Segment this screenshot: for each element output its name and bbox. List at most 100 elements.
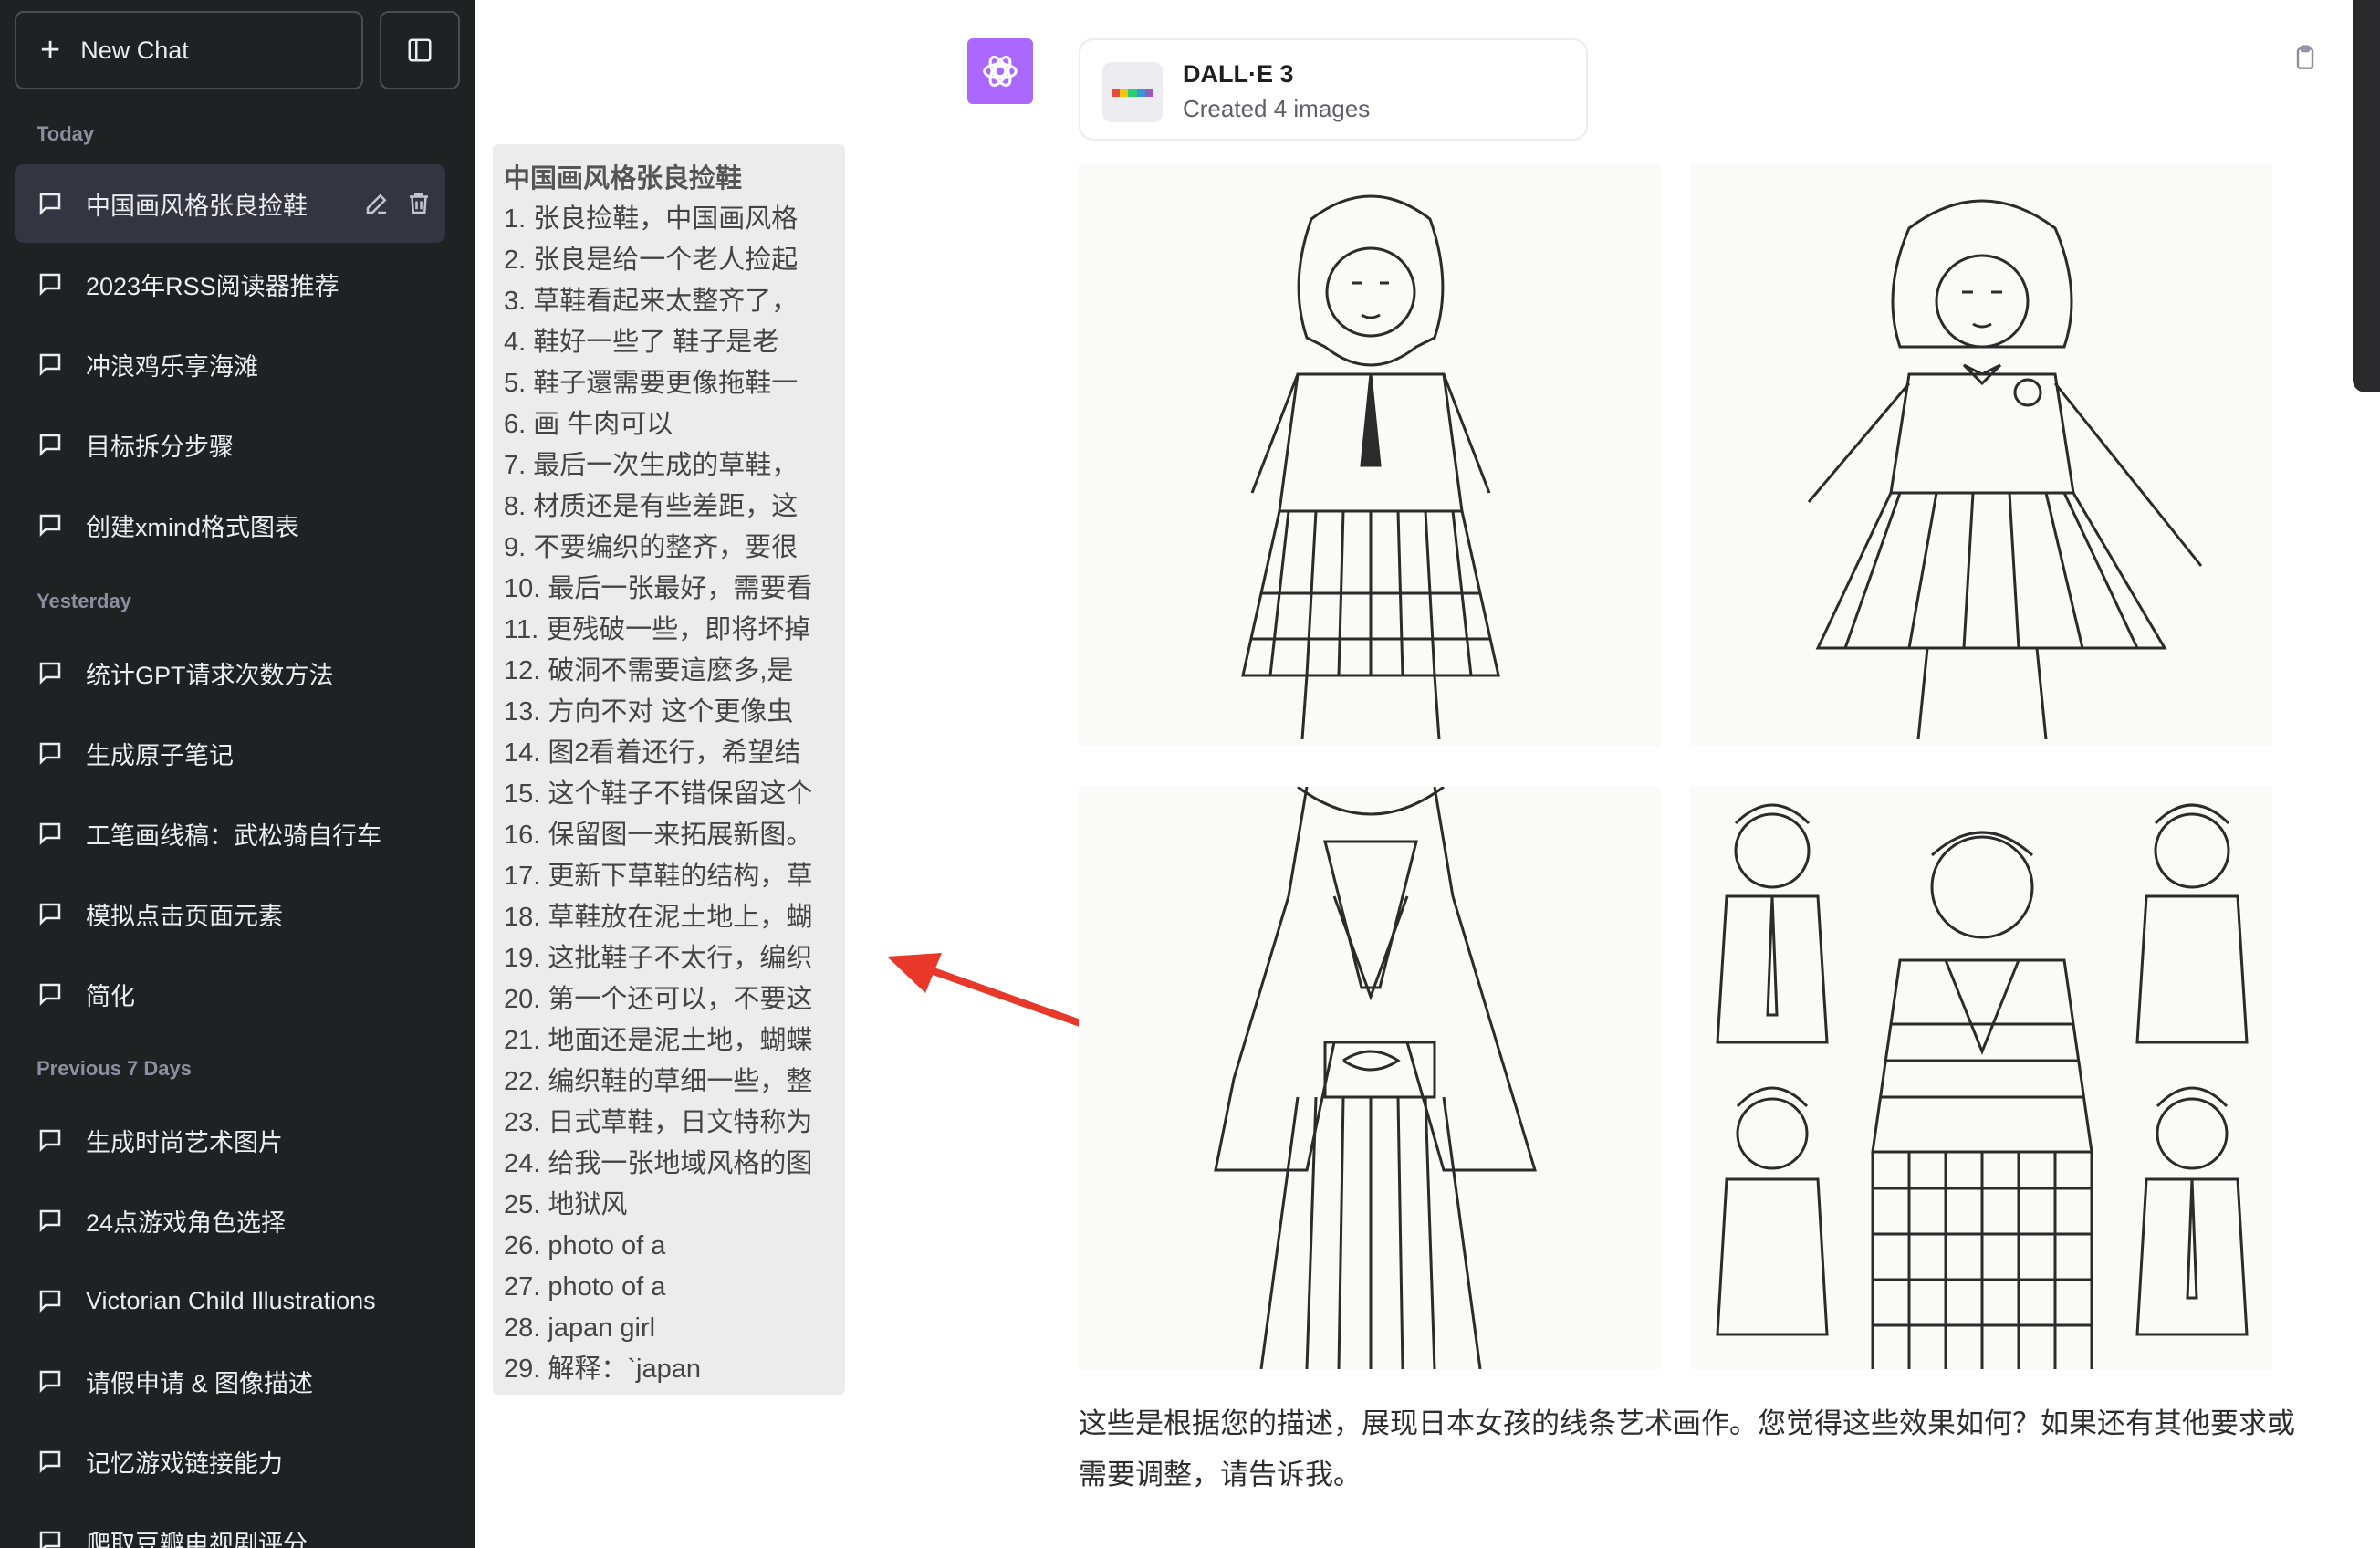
new-chat-button[interactable]: + New Chat (15, 11, 363, 89)
trash-icon[interactable] (405, 190, 433, 217)
chat-item-label: 生成时尚艺术图片 (86, 1128, 283, 1156)
prompt-line[interactable]: 21. 地面还是泥土地，蝴蝶 (504, 1020, 834, 1062)
section-label-today: Today (37, 122, 95, 145)
chat-bubble-icon (39, 1209, 61, 1233)
prompt-line[interactable]: 27. photo of a (504, 1267, 834, 1308)
prompt-line[interactable]: 24. 给我一张地域风格的图 (504, 1144, 834, 1185)
boys-uniform-sketch (1716, 803, 2249, 1369)
chat-item[interactable]: 创建xmind格式图表 (15, 486, 445, 564)
chat-bubble-icon (39, 273, 61, 297)
assistant-avatar (967, 38, 1033, 104)
sidebar-toggle-icon (408, 38, 432, 62)
prompt-line[interactable]: 22. 编织鞋的草细一些，整 (504, 1062, 834, 1103)
chat-item[interactable]: 目标拆分步骤 (15, 405, 445, 484)
chat-item[interactable]: 24点游戏角色选择 (15, 1181, 445, 1260)
chat-item-label: Victorian Child Illustrations (86, 1286, 376, 1314)
chat-item[interactable]: 2023年RSS阅读器推荐 (15, 245, 445, 323)
plus-icon: + (40, 31, 61, 69)
chat-bubble-icon (39, 662, 61, 685)
chat-item[interactable]: 请假申请 & 图像描述 (15, 1342, 445, 1420)
chat-item[interactable]: 记忆游戏链接能力 (15, 1422, 445, 1501)
copy-icon[interactable] (2291, 44, 2320, 73)
generated-image-1[interactable] (1079, 164, 1661, 747)
prompt-line[interactable]: 23. 日式草鞋，日文特称为 (504, 1103, 834, 1144)
chat-item-label: 中国画风格张良捡鞋 (86, 192, 308, 220)
chat-item[interactable]: 生成时尚艺术图片 (15, 1101, 445, 1179)
prompt-line[interactable]: 26. photo of a (504, 1226, 834, 1267)
chat-item-label: 2023年RSS阅读器推荐 (86, 272, 339, 300)
chat-item-label: 统计GPT请求次数方法 (86, 661, 334, 689)
prompt-line[interactable]: 11. 更残破一些，即将坏掉 (504, 610, 834, 651)
prompt-line[interactable]: 6. 画 牛肉可以 (504, 404, 834, 445)
girl-kimono-sketch (1214, 787, 1538, 1369)
prompt-line[interactable]: 28. japan girl (504, 1308, 834, 1349)
prompt-line[interactable]: 17. 更新下草鞋的结构，草 (504, 856, 834, 897)
chat-bubble-icon (39, 1450, 61, 1474)
edit-icon[interactable] (363, 190, 391, 217)
prompt-line[interactable]: 2. 张良是给一个老人捡起 (504, 240, 834, 281)
openai-logo-icon (983, 56, 1018, 87)
chat-item-label: 工笔画线稿：武松骑自行车 (86, 821, 381, 850)
chat-bubble-icon (39, 1370, 61, 1394)
chat-item-label: 24点游戏角色选择 (86, 1208, 287, 1237)
prompt-line[interactable]: 1. 张良捡鞋，中国画风格 (504, 199, 834, 240)
section-label-yesterday: Yesterday (37, 590, 131, 612)
dalle-name: DALL·E 3 (1183, 60, 1294, 88)
overlay-window-edge (2353, 0, 2380, 392)
assistant-response-text: 这些是根据您的描述，展现日本女孩的线条艺术画作。您觉得这些效果如何？如果还有其他… (1079, 1407, 2295, 1490)
prompt-line[interactable]: 5. 鞋子還需要更像拖鞋一 (504, 363, 834, 404)
new-chat-label: New Chat (80, 36, 189, 64)
dalle-thumbnail (1102, 62, 1163, 122)
chat-item-label: 创建xmind格式图表 (86, 513, 300, 541)
prompt-line[interactable]: 9. 不要编织的整齐，要很 (504, 528, 834, 569)
prompt-line[interactable]: 14. 图2看着还行，希望结 (504, 733, 834, 774)
chat-item[interactable]: 模拟点击页面元素 (15, 874, 445, 953)
chat-bubble-icon (39, 434, 61, 457)
chat-item-actions (363, 190, 433, 217)
prompt-line[interactable]: 8. 材质还是有些差距，这 (504, 486, 834, 528)
chat-bubble-icon (39, 514, 61, 538)
prompt-line[interactable]: 3. 草鞋看起来太整齐了， (504, 281, 834, 322)
chat-bubble-icon (39, 1531, 61, 1548)
prompt-line[interactable]: 29. 解释：`japan (504, 1349, 834, 1390)
chat-item[interactable]: 统计GPT请求次数方法 (15, 633, 445, 712)
chat-item[interactable]: 冲浪鸡乐享海滩 (15, 325, 445, 403)
chat-bubble-icon (39, 822, 61, 846)
chat-item[interactable]: 爬取豆瓣电视剧评分 (15, 1502, 445, 1548)
girl-cardigan-sketch (1241, 194, 1500, 740)
chat-item[interactable]: 中国画风格张良捡鞋 (15, 164, 445, 243)
chat-item[interactable]: Victorian Child Illustrations (15, 1261, 445, 1340)
prompt-line[interactable]: 4. 鞋好一些了 鞋子是老 (504, 322, 834, 363)
prompt-line[interactable]: 7. 最后一次生成的草鞋， (504, 445, 834, 486)
dalle-subtitle: Created 4 images (1183, 95, 1371, 122)
main-panel: 中国画风格张良捡鞋 1. 张良捡鞋，中国画风格 2. 张良是给一个老人捡起 3.… (475, 0, 2380, 1548)
sidebar: + New Chat Today 中国画风格张良捡鞋 2023年RSS阅读器推荐… (0, 0, 475, 1548)
prompt-line[interactable]: 10. 最后一张最好，需要看 (504, 569, 834, 610)
chat-item[interactable]: 工笔画线稿：武松骑自行车 (15, 794, 445, 873)
toggle-sidebar-button[interactable] (380, 11, 460, 89)
chat-item[interactable]: 简化 (15, 955, 445, 1033)
prompt-line[interactable]: 19. 这批鞋子不太行，编织 (504, 938, 834, 979)
generated-image-4[interactable] (1690, 787, 2272, 1369)
chat-bubble-icon (39, 193, 61, 216)
prompt-line[interactable]: 18. 草鞋放在泥土地上，蝴 (504, 897, 834, 938)
prompt-line[interactable]: 13. 方向不对 这个更像虫 (504, 692, 834, 733)
chat-item-label: 简化 (86, 982, 135, 1010)
chat-item-label: 记忆游戏链接能力 (86, 1449, 283, 1478)
generated-image-3[interactable] (1079, 787, 1661, 1369)
prompt-line[interactable]: 15. 这个鞋子不错保留这个 (504, 774, 834, 815)
chat-bubble-icon (39, 983, 61, 1007)
dalle-tool-card[interactable]: DALL·E 3 Created 4 images (1079, 38, 1588, 141)
prompt-line[interactable]: 20. 第一个还可以，不要这 (504, 979, 834, 1020)
generated-image-2[interactable] (1690, 164, 2272, 747)
section-label-previous-7-days: Previous 7 Days (37, 1057, 192, 1080)
prompt-line[interactable]: 12. 破洞不需要這麼多,是 (504, 651, 834, 692)
chat-item[interactable]: 生成原子笔记 (15, 714, 445, 792)
chat-item-label: 目标拆分步骤 (86, 433, 234, 461)
prompt-history-list[interactable]: 中国画风格张良捡鞋 1. 张良捡鞋，中国画风格 2. 张良是给一个老人捡起 3.… (493, 144, 845, 1395)
chat-bubble-icon (39, 353, 61, 377)
chat-item-label: 爬取豆瓣电视剧评分 (86, 1530, 308, 1548)
chat-item-label: 冲浪鸡乐享海滩 (86, 352, 258, 381)
prompt-line[interactable]: 16. 保留图一来拓展新图。 (504, 815, 834, 856)
prompt-line[interactable]: 25. 地狱风 (504, 1185, 834, 1226)
